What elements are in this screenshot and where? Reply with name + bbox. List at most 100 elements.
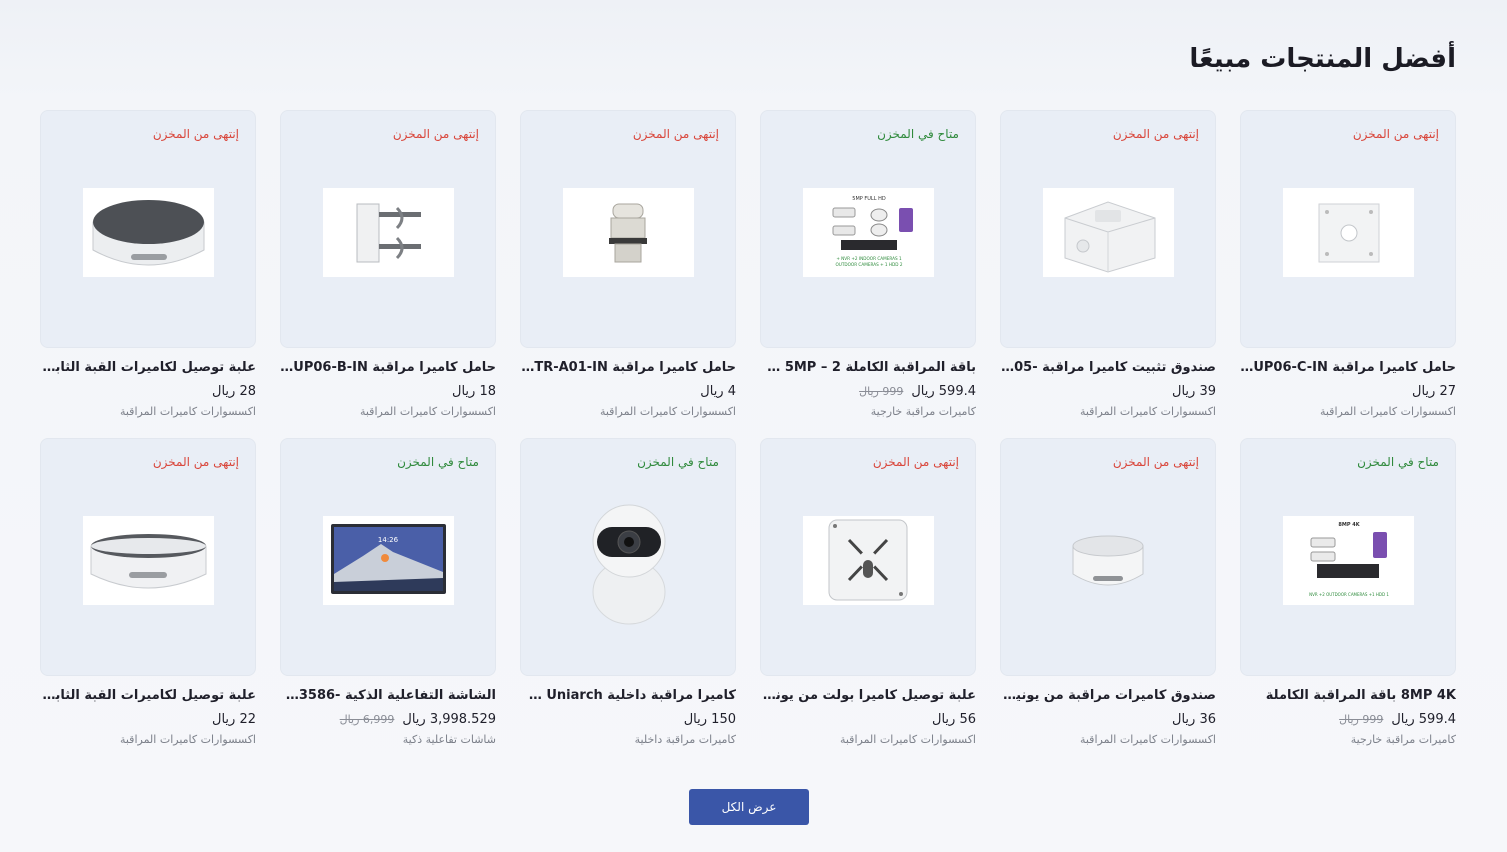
price: 56 ريال bbox=[932, 712, 976, 727]
price: 18 ريال bbox=[452, 384, 496, 399]
product-name[interactable]: صندوق تثبيت كاميرا مراقبة -JB05- bbox=[1000, 360, 1216, 375]
product-category[interactable]: اكسسوارات كاميرات المراقبة bbox=[1000, 405, 1216, 418]
product-category[interactable]: اكسسوارات كاميرات المراقبة bbox=[520, 405, 736, 418]
product-card[interactable]: إنتهى من المخزن حامل كاميرا مراقبة TR-UP… bbox=[280, 110, 496, 428]
product-card[interactable]: إنتهى من المخزن حامل كاميرا مراقبة TR-A0… bbox=[520, 110, 736, 428]
product-image-box[interactable]: إنتهى من المخزن bbox=[280, 110, 496, 348]
kit-top-label: 8MP 4K bbox=[1338, 522, 1360, 528]
product-category[interactable]: كاميرات مراقبة خارجية bbox=[760, 405, 976, 418]
product-image-box[interactable]: إنتهى من المخزن bbox=[520, 110, 736, 348]
price: 4 ريال bbox=[700, 384, 736, 399]
dome-junction-box-icon bbox=[83, 188, 214, 277]
price: 599.4 ريال bbox=[911, 384, 976, 399]
camera-kit-icon: 8MP 4K 1 NVR +2 OUTDOOR CAMERAS +1 HDD bbox=[1283, 516, 1414, 605]
product-name[interactable]: باقة المراقبة الكاملة 2 – 5MP كاميرات bbox=[760, 360, 976, 375]
kit-line-1: 1 NVR +2 OUTDOOR CAMERAS +1 HDD bbox=[1309, 592, 1389, 597]
stock-status: إنتهى من المخزن bbox=[152, 455, 239, 469]
round-box-icon bbox=[1043, 516, 1174, 605]
product-category[interactable]: اكسسوارات كاميرات المراقبة bbox=[760, 733, 976, 746]
pole-mount-icon bbox=[323, 188, 454, 277]
stock-status: إنتهى من المخزن bbox=[392, 127, 479, 141]
product-image-box[interactable]: إنتهى من المخزن bbox=[1000, 438, 1216, 676]
product-card[interactable]: متاح في المخزن 5MP FULL HD 1 NVR +2 INDOO… bbox=[760, 110, 976, 428]
product-name[interactable]: علبة توصيل كاميرا بولت من يونيفيو bbox=[760, 688, 976, 703]
old-price: 999 ريال bbox=[859, 385, 904, 398]
product-name[interactable]: صندوق كاميرات مراقبة من يونيفيو bbox=[1000, 688, 1216, 703]
price-row: 150 ريال bbox=[520, 712, 736, 727]
price-row: 28 ريال bbox=[40, 384, 256, 399]
product-name[interactable]: كاميرا مراقبة داخلية Echo-S1 Uniarch bbox=[520, 688, 736, 703]
plate-mount-icon bbox=[1283, 188, 1414, 277]
price-row: 22 ريال bbox=[40, 712, 256, 727]
product-card[interactable]: إنتهى من المخزن صندوق تثبيت كاميرا مراقب… bbox=[1000, 110, 1216, 428]
product-card[interactable]: متاح في المخزن كاميرا مراقبة داخلية Echo… bbox=[520, 438, 736, 756]
stock-status: متاح في المخزن bbox=[397, 455, 479, 469]
product-category[interactable]: اكسسوارات كاميرات المراقبة bbox=[280, 405, 496, 418]
price: 36 ريال bbox=[1172, 712, 1216, 727]
stock-status: إنتهى من المخزن bbox=[1352, 127, 1439, 141]
product-image-box[interactable]: إنتهى من المخزن bbox=[40, 110, 256, 348]
product-image-box[interactable]: متاح في المخزن 5MP FULL HD 1 NVR +2 INDOO… bbox=[760, 110, 976, 348]
product-category[interactable]: اكسسوارات كاميرات المراقبة bbox=[1000, 733, 1216, 746]
product-category[interactable]: اكسسوارات كاميرات المراقبة bbox=[40, 405, 256, 418]
product-name[interactable]: حامل كاميرا مراقبة TR-A01-IN من يونيفيو bbox=[520, 360, 736, 375]
old-price: 6,999 ريال bbox=[339, 713, 395, 726]
product-category[interactable]: كاميرات مراقبة خارجية bbox=[1240, 733, 1456, 746]
product-card[interactable]: إنتهى من المخزن علبة توصيل لكاميرات القب… bbox=[40, 438, 256, 756]
product-grid: إنتهى من المخزن حامل كاميرا مراقبة TR-UP… bbox=[40, 110, 1456, 756]
stock-status: متاح في المخزن bbox=[1357, 455, 1439, 469]
price-row: 36 ريال bbox=[1000, 712, 1216, 727]
section-title: أفضل المنتجات مبيعًا bbox=[1189, 44, 1456, 74]
product-image-box[interactable]: متاح في المخزن 14:26 bbox=[280, 438, 496, 676]
product-image-box[interactable]: إنتهى من المخزن bbox=[1000, 110, 1216, 348]
product-image-box[interactable]: إنتهى من المخزن bbox=[760, 438, 976, 676]
price: 39 ريال bbox=[1172, 384, 1216, 399]
product-card[interactable]: متاح في المخزن 14:26 الشاشة التفاعلية ال… bbox=[280, 438, 496, 756]
product-card[interactable]: إنتهى من المخزن صندوق كاميرات مراقبة من … bbox=[1000, 438, 1216, 756]
stock-status: إنتهى من المخزن bbox=[1112, 455, 1199, 469]
product-card[interactable]: إنتهى من المخزن علبة توصيل لكاميرات القب… bbox=[40, 110, 256, 428]
product-name[interactable]: حامل كاميرا مراقبة TR-UP06-C-IN من يونيف… bbox=[1240, 360, 1456, 375]
product-name[interactable]: حامل كاميرا مراقبة TR-UP06-B-IN bbox=[280, 360, 496, 375]
price: 150 ريال bbox=[683, 712, 736, 727]
camera-kit-icon: 5MP FULL HD 1 NVR +2 INDOOR CAMERAS +2 OU… bbox=[803, 188, 934, 277]
view-all-button[interactable]: عرض الكل bbox=[689, 789, 809, 825]
product-image-box[interactable]: متاح في المخزن bbox=[520, 438, 736, 676]
price-row: 3,998.529 ريال 6,999 ريال bbox=[280, 712, 496, 727]
product-card[interactable]: إنتهى من المخزن علبة توصيل كاميرا بولت م… bbox=[760, 438, 976, 756]
cable-gland-icon bbox=[563, 188, 694, 277]
product-category[interactable]: اكسسوارات كاميرات المراقبة bbox=[40, 733, 256, 746]
stock-status: إنتهى من المخزن bbox=[872, 455, 959, 469]
product-category[interactable]: كاميرات مراقبة داخلية bbox=[520, 733, 736, 746]
kit-top-label: 5MP FULL HD bbox=[852, 196, 886, 202]
stock-status: متاح في المخزن bbox=[637, 455, 719, 469]
price: 28 ريال bbox=[212, 384, 256, 399]
kit-line-1: 1 NVR +2 INDOOR CAMERAS + bbox=[836, 256, 902, 261]
price-row: 27 ريال bbox=[1240, 384, 1456, 399]
product-category[interactable]: اكسسوارات كاميرات المراقبة bbox=[1240, 405, 1456, 418]
price-row: 18 ريال bbox=[280, 384, 496, 399]
product-image-box[interactable]: متاح في المخزن 8MP 4K 1 NVR +2 OUTDOOR CA… bbox=[1240, 438, 1456, 676]
product-card[interactable]: إنتهى من المخزن حامل كاميرا مراقبة TR-UP… bbox=[1240, 110, 1456, 428]
product-name[interactable]: 8MP 4K باقة المراقبة الكاملة bbox=[1240, 688, 1456, 703]
bullet-junction-box-icon bbox=[803, 516, 934, 605]
interactive-display-icon: 14:26 bbox=[323, 516, 454, 605]
stock-status: إنتهى من المخزن bbox=[632, 127, 719, 141]
product-name[interactable]: علبة توصيل لكاميرات القبة الثابتة من يون… bbox=[40, 360, 256, 375]
price-row: 56 ريال bbox=[760, 712, 976, 727]
kit-line-2: 2 OUTDOOR CAMERAS + 1 HDD bbox=[835, 262, 902, 267]
junction-box-icon bbox=[1043, 188, 1174, 277]
product-image-box[interactable]: إنتهى من المخزن bbox=[1240, 110, 1456, 348]
dome-junction-box-icon bbox=[83, 516, 214, 605]
price: 3,998.529 ريال bbox=[402, 712, 496, 727]
price: 27 ريال bbox=[1412, 384, 1456, 399]
indoor-camera-icon bbox=[573, 497, 685, 627]
product-name[interactable]: الشاشة التفاعلية الذكية -MW3586 bbox=[280, 688, 496, 703]
product-category[interactable]: شاشات تفاعلية ذكية bbox=[280, 733, 496, 746]
old-price: 999 ريال bbox=[1339, 713, 1384, 726]
product-image-box[interactable]: إنتهى من المخزن bbox=[40, 438, 256, 676]
product-name[interactable]: علبة توصيل لكاميرات القبة الثابتة من يون… bbox=[40, 688, 256, 703]
price: 22 ريال bbox=[212, 712, 256, 727]
stock-status: متاح في المخزن bbox=[877, 127, 959, 141]
product-card[interactable]: متاح في المخزن 8MP 4K 1 NVR +2 OUTDOOR CA… bbox=[1240, 438, 1456, 756]
